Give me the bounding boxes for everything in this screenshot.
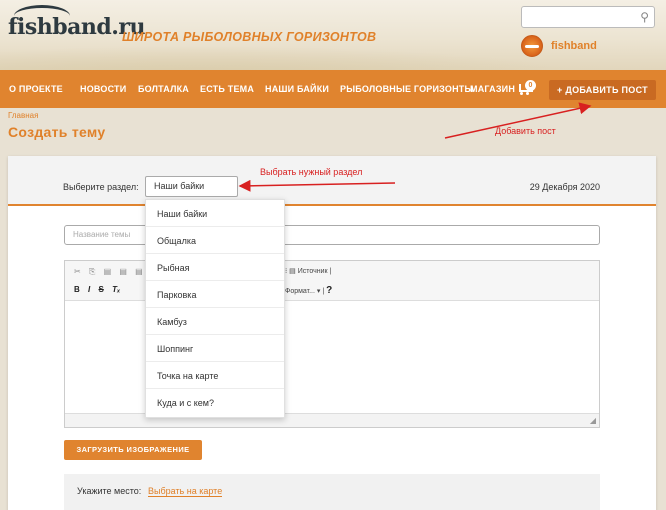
dropdown-option[interactable]: Наши байки xyxy=(146,200,284,227)
source-label: Источник xyxy=(297,268,328,275)
toolbar-row-2: B I S Tₓ xyxy=(74,285,126,294)
paste-text-icon[interactable]: ▤ xyxy=(119,267,127,276)
upload-image-button[interactable]: ЗАГРУЗИТЬ ИЗОБРАЖЕНИЕ xyxy=(64,440,202,460)
user-profile[interactable]: fishband xyxy=(521,35,597,57)
dropdown-option[interactable]: Шоппинг xyxy=(146,335,284,362)
nav-item-about[interactable]: О ПРОЕКТЕ xyxy=(9,84,63,94)
place-label: Укажите место: xyxy=(77,486,142,496)
site-slogan: ШИРОТА РЫБОЛОВНЫХ ГОРИЗОНТОВ xyxy=(122,30,377,44)
search-input[interactable]: ⚲ xyxy=(521,6,655,28)
dropdown-option[interactable]: Парковка xyxy=(146,281,284,308)
annotation-add-post: Добавить пост xyxy=(495,126,556,136)
section-select[interactable]: Наши байки xyxy=(145,176,238,197)
dropdown-option[interactable]: Рыбная xyxy=(146,254,284,281)
page-title: Создать тему xyxy=(8,124,106,140)
create-topic-panel: Выберите раздел: Наши байки 29 Декабря 2… xyxy=(8,156,656,510)
choose-on-map-link[interactable]: Выбрать на карте xyxy=(148,486,223,497)
format-select[interactable]: Формат... ▾ | ? xyxy=(285,285,332,296)
paste-word-icon[interactable]: ▤ xyxy=(135,267,143,276)
username[interactable]: fishband xyxy=(551,40,597,52)
source-button[interactable]: ⁝ ▤ Источник | xyxy=(285,267,331,275)
source-icon: ⁝ ▤ xyxy=(285,268,298,275)
format-label: Формат... xyxy=(285,288,315,295)
add-post-button[interactable]: + ДОБАВИТЬ ПОСТ xyxy=(549,80,656,100)
paste-icon[interactable]: ▤ xyxy=(104,267,112,276)
cut-icon[interactable]: ✂ xyxy=(74,267,81,276)
nav-item-chat[interactable]: БОЛТАЛКА xyxy=(138,84,189,94)
section-bar: Выберите раздел: Наши байки 29 Декабря 2… xyxy=(8,156,656,206)
nav-item-shop[interactable]: МАГАЗИН xyxy=(470,84,515,94)
italic-icon[interactable]: I xyxy=(88,285,90,294)
strike-icon[interactable]: S xyxy=(98,285,103,294)
toolbar-separator: | xyxy=(327,268,332,275)
section-dropdown: Наши байки Общалка Рыбная Парковка Камбу… xyxy=(145,199,285,418)
toolbar-row-1: ✂ ⎘ ▤ ▤ ▤ xyxy=(74,267,149,277)
nav-item-news[interactable]: НОВОСТИ xyxy=(80,84,126,94)
chevron-down-icon: ▾ | xyxy=(316,288,325,295)
dropdown-option[interactable]: Точка на карте xyxy=(146,362,284,389)
site-header: fishband.ru ШИРОТА РЫБОЛОВНЫХ ГОРИЗОНТОВ… xyxy=(0,0,666,70)
section-label: Выберите раздел: xyxy=(63,182,139,192)
breadcrumb[interactable]: Главная xyxy=(8,111,38,120)
help-icon[interactable]: ? xyxy=(326,285,332,296)
dropdown-option[interactable]: Общалка xyxy=(146,227,284,254)
resize-handle-icon[interactable]: ◢ xyxy=(590,416,596,425)
nav-item-topic[interactable]: ЕСТЬ ТЕМА xyxy=(200,84,254,94)
topic-date: 29 Декабря 2020 xyxy=(529,182,600,192)
user-avatar[interactable] xyxy=(521,35,543,57)
remove-format-icon[interactable]: Tₓ xyxy=(112,285,120,294)
cart-count-badge: 0 xyxy=(525,80,536,91)
bold-icon[interactable]: B xyxy=(74,285,80,294)
annotation-choose-section: Выбрать нужный раздел xyxy=(260,167,363,177)
copy-icon[interactable]: ⎘ xyxy=(89,267,95,276)
logo-arc xyxy=(14,5,70,27)
search-icon[interactable]: ⚲ xyxy=(640,10,649,24)
nav-item-horizons[interactable]: РЫБОЛОВНЫЕ ГОРИЗОНТЫ xyxy=(340,84,473,94)
dropdown-option[interactable]: Куда и с кем? xyxy=(146,389,284,416)
nav-item-stories[interactable]: НАШИ БАЙКИ xyxy=(265,84,329,94)
dropdown-option[interactable]: Камбуз xyxy=(146,308,284,335)
place-selector: Укажите место: Выбрать на карте xyxy=(64,474,600,510)
